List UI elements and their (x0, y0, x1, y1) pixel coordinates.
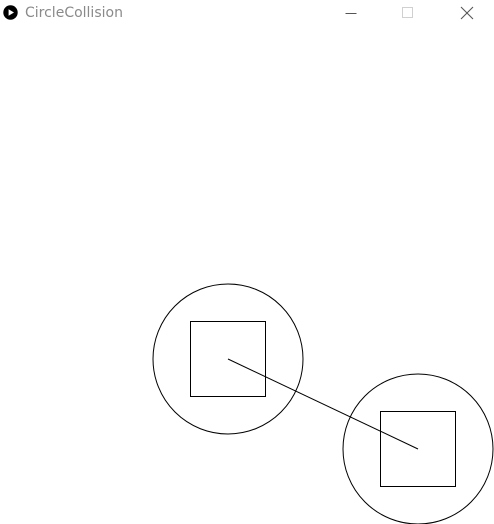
minimize-icon (345, 13, 357, 14)
sketch-canvas[interactable] (0, 26, 494, 524)
maximize-button[interactable] (385, 0, 431, 26)
minimize-button[interactable] (328, 0, 374, 26)
close-icon (460, 6, 474, 20)
maximize-icon (402, 7, 413, 18)
play-circle-icon (3, 5, 18, 20)
center-connector-line (227, 358, 419, 450)
close-button[interactable] (444, 0, 490, 26)
window-title: CircleCollision (25, 5, 123, 21)
app-window: CircleCollision (0, 0, 494, 524)
title-bar[interactable]: CircleCollision (0, 0, 494, 26)
